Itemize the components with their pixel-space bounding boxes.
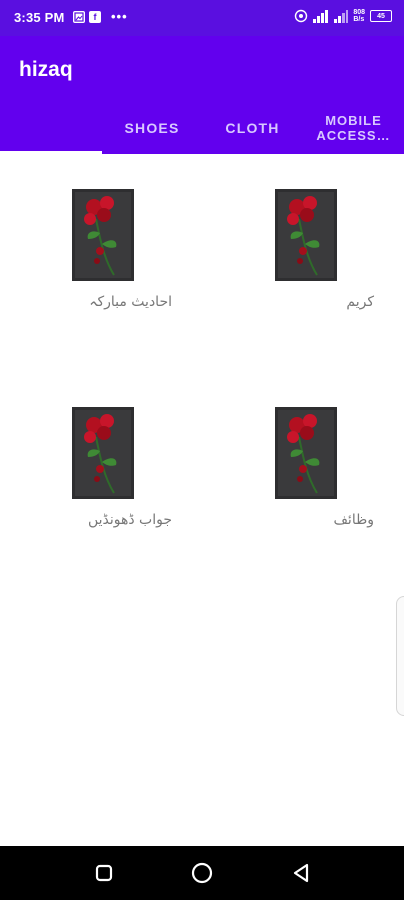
category-grid: کریم احادیث مبارکہ وظائف جواب ڈھونڈیں	[0, 154, 404, 846]
card-label: احادیث مبارکہ	[89, 294, 172, 310]
hotspot-icon	[295, 9, 308, 23]
card-label: کریم	[346, 294, 374, 310]
signal-2-icon	[334, 9, 349, 23]
system-icons: 808 B/s 45	[294, 9, 392, 23]
app-bar: hizaq SHOES CLOTH MOBILE ACCESS…	[0, 36, 404, 154]
red-rose-image	[72, 407, 134, 499]
card-label: جواب ڈھونڈیں	[87, 512, 172, 528]
status-bar: 3:35 PM f ••• 808 B/s 45	[0, 0, 404, 36]
card-label: وظائف	[333, 512, 374, 528]
red-rose-image	[72, 189, 134, 281]
red-rose-image	[275, 407, 337, 499]
signal-icon	[313, 9, 329, 23]
category-card[interactable]: جواب ڈھونڈیں	[0, 372, 202, 590]
more-notifications-icon: •••	[111, 9, 128, 24]
tab-cloth[interactable]: CLOTH	[202, 102, 303, 154]
back-button[interactable]	[288, 860, 314, 886]
category-card[interactable]: کریم	[202, 154, 404, 372]
navigation-bar	[0, 846, 404, 900]
notification-icons: f •••	[73, 9, 128, 24]
facebook-icon: f	[89, 11, 101, 23]
status-time: 3:35 PM	[14, 10, 65, 25]
home-button[interactable]	[189, 860, 215, 886]
edge-panel-handle[interactable]	[396, 596, 404, 716]
tab-shoes[interactable]: SHOES	[102, 102, 202, 154]
tab-mobile-accessories[interactable]: MOBILE ACCESS…	[303, 102, 404, 154]
battery-icon: 45	[370, 10, 392, 22]
tab-home[interactable]	[0, 102, 102, 154]
category-card[interactable]: احادیث مبارکہ	[0, 154, 202, 372]
category-card[interactable]: وظائف	[202, 372, 404, 590]
recents-button[interactable]	[91, 860, 117, 886]
red-rose-image	[275, 189, 337, 281]
gallery-icon	[73, 11, 85, 23]
app-title: hizaq	[19, 58, 73, 81]
network-speed: 808 B/s	[353, 9, 365, 23]
